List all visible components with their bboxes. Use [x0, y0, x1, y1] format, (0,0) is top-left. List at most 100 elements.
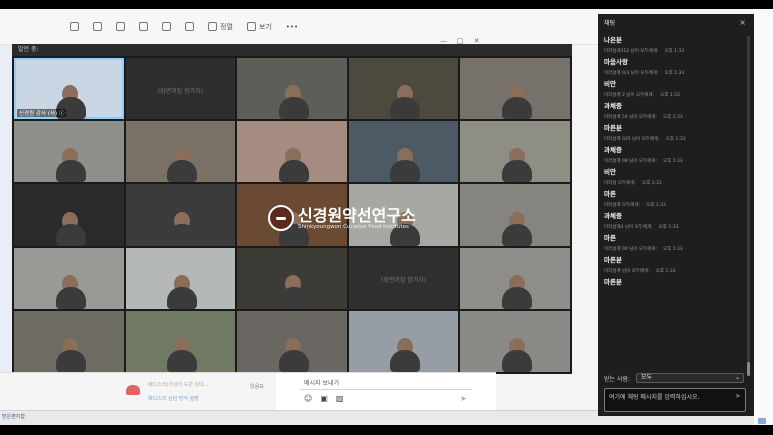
reply-button[interactable]	[70, 22, 79, 31]
video-tile[interactable]	[460, 184, 570, 246]
message-input-underline	[300, 389, 472, 390]
participant-body	[55, 160, 86, 183]
video-tile[interactable]: 신경원 강사 (사) ⓘ	[14, 58, 124, 120]
video-tile[interactable]	[237, 310, 347, 372]
logo-text: 신경원약선연구소	[298, 205, 416, 225]
chat-message-meta: 미라실 모두에게: 오후 1:33	[604, 180, 748, 186]
chat-timestamp: 오후 1:33	[662, 115, 683, 120]
chat-timestamp: 오후 1:33	[664, 49, 685, 54]
more-button[interactable]: •••	[286, 23, 298, 31]
more-icon: •••	[285, 22, 299, 31]
chat-input[interactable]: 여기에 채팅 메시지를 입력하십시오.	[604, 388, 746, 412]
chat-message: 미라설계4 님이 모두에게: 오후 1:33 마른	[604, 224, 748, 242]
chat-header: 채팅 ×	[598, 14, 754, 32]
notification-icon[interactable]	[758, 418, 766, 424]
participant-body	[502, 160, 533, 183]
taskbar-label[interactable]: 받은편지함	[2, 413, 25, 420]
participant-body	[55, 223, 86, 246]
delete-icon	[162, 22, 171, 31]
mail-preview-link[interactable]: 메디스크 상담 방식 설명	[148, 395, 199, 402]
video-tile[interactable]	[460, 247, 570, 309]
reply-all-button[interactable]	[93, 22, 102, 31]
chat-recipient-label: 받는 사람:	[604, 375, 631, 383]
video-tile[interactable]	[125, 184, 236, 246]
sort-button[interactable]: 정렬	[208, 22, 233, 32]
video-tile[interactable]	[14, 121, 124, 183]
mail-preview-icon	[126, 385, 140, 395]
archive-button[interactable]	[139, 22, 148, 31]
chat-recipient-select[interactable]: 모두 ⌄	[636, 373, 745, 383]
video-tile[interactable]: (화면꺼짐 참가자)	[125, 58, 236, 120]
chat-message-meta: 미라설계 025 님이 모두에게: 오후 1:33	[604, 136, 748, 142]
video-tile[interactable]	[14, 247, 124, 309]
participant-body	[502, 97, 533, 120]
chat-timestamp: 오후 1:33	[662, 247, 683, 252]
institute-logo: 신경원약선연구소 Shinkyoungwon Curative Food Ins…	[268, 200, 448, 236]
chat-message: 미라실게312 님이 모두에게: 오후 1:33 마음사랑	[604, 48, 748, 66]
video-tile[interactable]	[125, 310, 236, 372]
send-icon[interactable]: ➤	[460, 394, 467, 403]
chat-sender: 미라설계 00 님이 모두에게:	[604, 247, 657, 252]
tag-icon	[185, 22, 194, 31]
video-tile[interactable]	[460, 58, 570, 120]
screen: 정렬 보기 ••• — □ ✕ 발언 중: 신경원 강사 (사) ⓘ (화면꺼짐 …	[0, 0, 773, 435]
participant-body	[390, 350, 421, 372]
speaking-indicator: 발언 중:	[12, 44, 572, 56]
video-tile[interactable]	[348, 310, 459, 372]
forward-button[interactable]	[116, 22, 125, 31]
video-tile[interactable]	[14, 184, 124, 246]
chat-scrollbar[interactable]	[747, 36, 750, 376]
participant-body	[502, 223, 533, 246]
video-tile[interactable]	[125, 121, 236, 183]
participant-body	[55, 286, 86, 309]
chat-message: 미라설계 모두에게: 오후 1:33 과체중	[604, 202, 748, 220]
chat-message-text: 비만	[604, 168, 616, 176]
chat-panel: 채팅 × 나은분 미라실게312 님이 모두에게: 오후 1:33 마음사랑 미라설계 …	[598, 14, 754, 416]
video-tile[interactable]	[14, 310, 124, 372]
video-tile[interactable]: (화면꺼짐 참가자)	[348, 247, 459, 309]
participant-body	[390, 160, 421, 183]
sort-label: 정렬	[220, 22, 233, 31]
chat-timestamp: 오후 1:33	[655, 269, 676, 274]
chat-sender: 미라설계 2 님이 모두에게:	[604, 93, 655, 98]
chat-message-text: 마른분	[604, 278, 622, 286]
chat-timestamp: 오후 1:33	[664, 71, 685, 76]
participant-body	[278, 286, 309, 309]
chevron-down-icon: ⌄	[734, 374, 741, 381]
logo-mark-icon	[268, 205, 294, 231]
video-tile[interactable]	[237, 247, 347, 309]
video-tile[interactable]	[237, 121, 347, 183]
chat-send-icon[interactable]: ➤	[735, 392, 741, 400]
chat-close-icon[interactable]: ×	[739, 18, 746, 27]
attach-image-icon[interactable]: ▨	[336, 394, 344, 403]
chat-message-text: 과체중	[604, 146, 622, 154]
chat-message-meta: 미라설계 님이 모두에게: 오후 1:33	[604, 268, 748, 274]
chat-message-list[interactable]: 나은분 미라실게312 님이 모두에게: 오후 1:33 마음사랑 미라설계 0/3 님…	[598, 34, 754, 379]
tag-button[interactable]	[185, 22, 194, 31]
gif-icon[interactable]: ▣	[320, 394, 328, 403]
mail-preview-status: 읽음표	[250, 384, 264, 390]
chat-recipient-value: 모두	[641, 374, 653, 381]
delete-button[interactable]	[162, 22, 171, 31]
participant-body	[390, 97, 421, 120]
video-tile[interactable]	[460, 310, 570, 372]
video-tile[interactable]	[348, 121, 459, 183]
video-tile[interactable]	[460, 121, 570, 183]
chat-message-meta: 미라실게312 님이 모두에게: 오후 1:33	[604, 48, 748, 54]
mail-preview[interactable]: 메디스크(가상의 도관 상대... 메디스크 상담 방식 설명 읽음표	[0, 373, 276, 411]
chat-timestamp: 오후 1:33	[658, 225, 679, 230]
participant-body	[278, 350, 309, 372]
chat-sender: 미라설계 08 님이 모두에게:	[604, 159, 657, 164]
chat-message-text: 마음사랑	[604, 58, 628, 66]
chat-title: 채팅	[604, 20, 616, 27]
video-tile[interactable]	[125, 247, 236, 309]
video-tile[interactable]	[237, 58, 347, 120]
chat-message: 미라설계 025 님이 모두에게: 오후 1:33 과체중	[604, 136, 748, 154]
video-tile[interactable]	[348, 58, 459, 120]
message-input[interactable]: 메시지 보내기	[304, 378, 339, 387]
chat-timestamp: 오후 1:33	[660, 93, 680, 98]
chat-sender: 미라설계 님이 모두에게:	[604, 269, 650, 274]
view-button[interactable]: 보기	[246, 22, 272, 32]
chat-timestamp: 오후 1:33	[662, 159, 683, 164]
emoji-icon[interactable]: ☺	[304, 394, 312, 403]
